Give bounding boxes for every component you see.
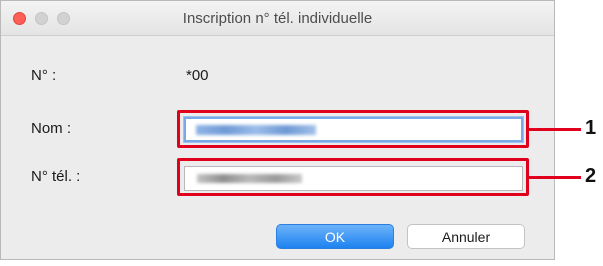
callout-leader-1 bbox=[529, 128, 581, 131]
phone-label: N° tél. : bbox=[31, 168, 81, 185]
name-label: Nom : bbox=[31, 120, 72, 137]
number-value: *00 bbox=[186, 67, 209, 84]
ok-button[interactable]: OK bbox=[276, 224, 394, 249]
name-field-callout bbox=[177, 110, 529, 148]
window-title: Inscription n° tél. individuelle bbox=[182, 10, 373, 27]
number-label: N° : bbox=[31, 67, 57, 84]
title-bar: Inscription n° tél. individuelle bbox=[1, 1, 554, 36]
callout-number-2: 2 bbox=[585, 165, 597, 187]
callout-number-1: 1 bbox=[585, 117, 597, 139]
phone-field-callout bbox=[177, 158, 529, 196]
cancel-button[interactable]: Annuler bbox=[407, 224, 525, 249]
callout-leader-2 bbox=[529, 176, 581, 179]
